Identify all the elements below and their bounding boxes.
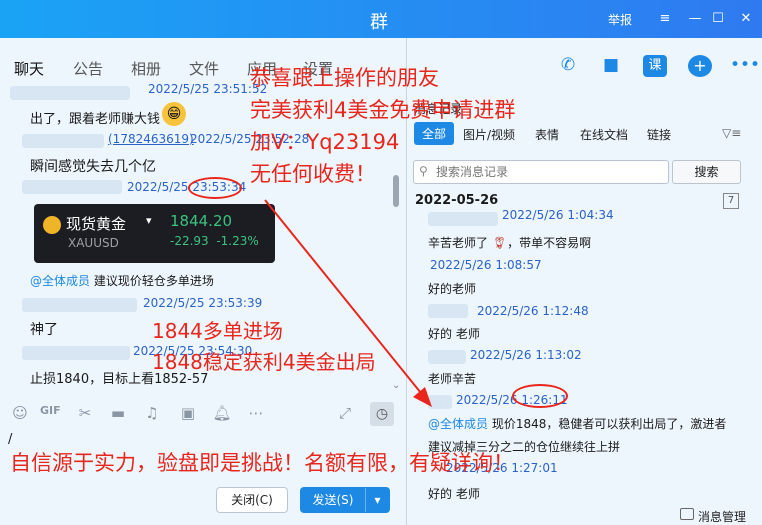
- annotation-arrow: [264, 199, 432, 407]
- arrow-line: [264, 199, 426, 399]
- arrow-head: [413, 387, 432, 407]
